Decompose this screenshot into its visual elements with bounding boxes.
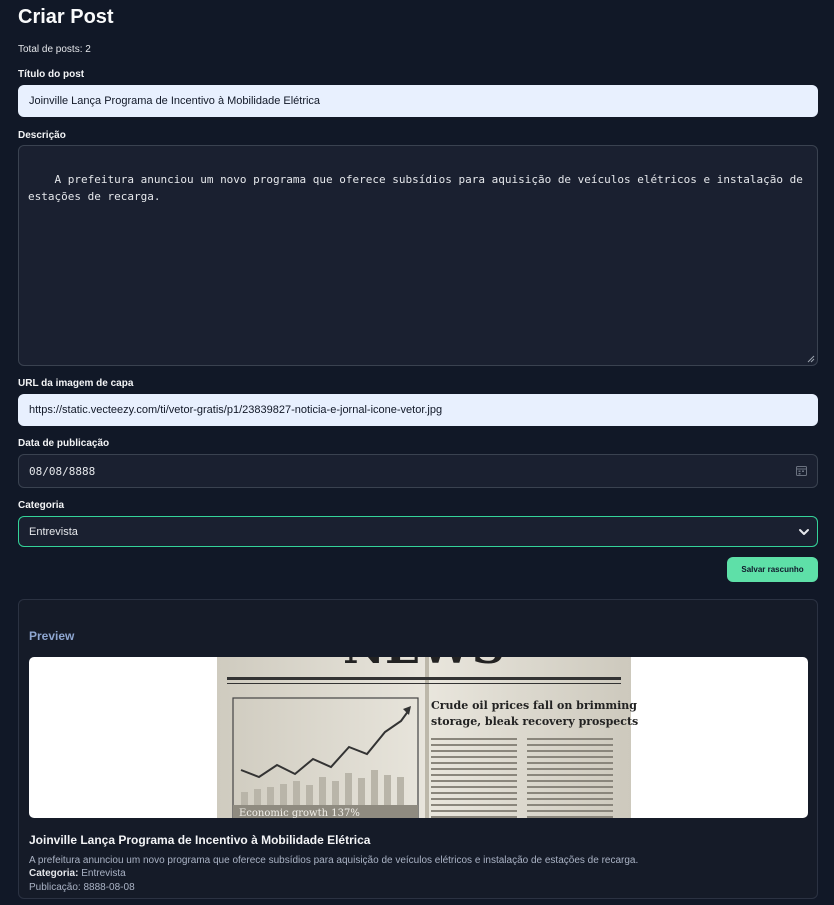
date-label: Data de publicação [18,438,110,449]
page-title: Criar Post [18,6,114,28]
chevron-down-icon [799,529,809,535]
title-input-value: Joinville Lança Programa de Incentivo à … [29,95,321,107]
chart-caption: Economic growth 137% [239,808,360,818]
preview-publication-label: Publicação: [29,882,81,893]
description-label: Descrição [18,130,66,141]
category-select[interactable]: Entrevista [18,516,818,547]
image-url-input[interactable]: https://static.vecteezy.com/ti/vetor-gra… [18,394,818,426]
title-input[interactable]: Joinville Lança Programa de Incentivo à … [18,85,818,117]
preview-category: Categoria: Entrevista [29,868,126,879]
description-textarea[interactable]: A prefeitura anunciou um novo programa q… [18,145,818,366]
save-draft-button[interactable]: Salvar rascunho [727,557,818,582]
publication-date-input[interactable]: 08/08/8888 [18,454,818,488]
category-selected-value: Entrevista [29,525,78,538]
masthead-text: NEWS [343,657,505,674]
preview-publication-value: 8888-08-08 [83,882,135,893]
title-label: Título do post [18,69,85,80]
cover-image: NEWS [29,657,808,818]
preview-category-value: Entrevista [81,868,126,879]
headline-line-1: Crude oil prices fall on brimming [431,699,637,712]
total-posts: Total de posts: 2 [18,44,91,55]
description-value: A prefeitura anunciou um novo programa q… [28,173,810,203]
preview-category-label: Categoria: [29,868,79,879]
calendar-icon[interactable] [796,465,807,476]
preview-heading: Preview [29,629,75,643]
newspaper-image: NEWS [217,657,638,818]
image-url-value: https://static.vecteezy.com/ti/vetor-gra… [29,404,443,416]
category-label: Categoria [18,500,65,511]
preview-description: A prefeitura anunciou um novo programa q… [29,855,639,866]
date-value: 08/08/8888 [29,464,96,478]
preview-post-title: Joinville Lança Programa de Incentivo à … [29,833,371,847]
headline-line-2: storage, bleak recovery prospects [431,715,638,728]
image-url-label: URL da imagem de capa [18,378,134,389]
preview-card: Preview NEWS [18,599,818,899]
preview-publication: Publicação: 8888-08-08 [29,882,135,893]
resize-handle-icon[interactable] [807,355,815,363]
